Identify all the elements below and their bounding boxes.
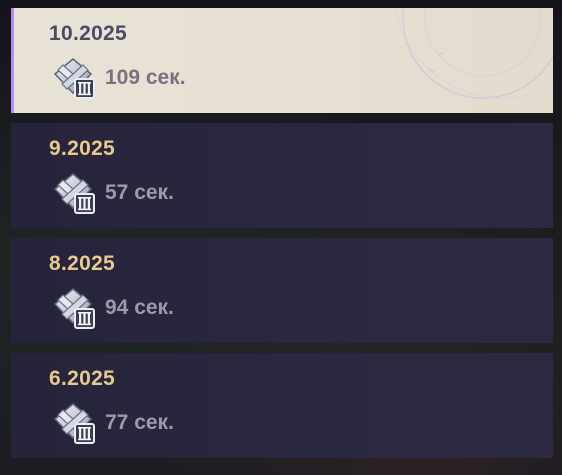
record-stat: 109 сек. [51, 56, 186, 100]
record-stat: 94 сек. [51, 286, 174, 330]
records-list: 10.2025 109 сек. 9.2025 57 сек. 8.2025 9… [11, 8, 553, 468]
record-stat: 77 сек. [51, 401, 174, 445]
decorative-rings [394, 8, 553, 99]
record-period: 9.2025 [49, 137, 116, 160]
record-row[interactable]: 10.2025 109 сек. [11, 8, 553, 113]
record-stat: 57 сек. [51, 171, 174, 215]
medal-tier-iii-icon [54, 288, 95, 329]
record-time: 57 сек. [105, 181, 174, 204]
record-row[interactable]: 8.2025 94 сек. [11, 238, 553, 343]
record-period: 8.2025 [49, 252, 116, 275]
medal-tier-iii-icon [54, 173, 95, 214]
record-time: 94 сек. [105, 296, 174, 319]
medal-tier-iii-icon [54, 58, 95, 99]
record-period: 10.2025 [49, 22, 128, 45]
record-period: 6.2025 [49, 367, 116, 390]
record-time: 77 сек. [105, 411, 174, 434]
record-time: 109 сек. [105, 66, 186, 89]
record-row[interactable]: 6.2025 77 сек. [11, 353, 553, 458]
medal-tier-iii-icon [54, 403, 95, 444]
record-row[interactable]: 9.2025 57 сек. [11, 123, 553, 228]
